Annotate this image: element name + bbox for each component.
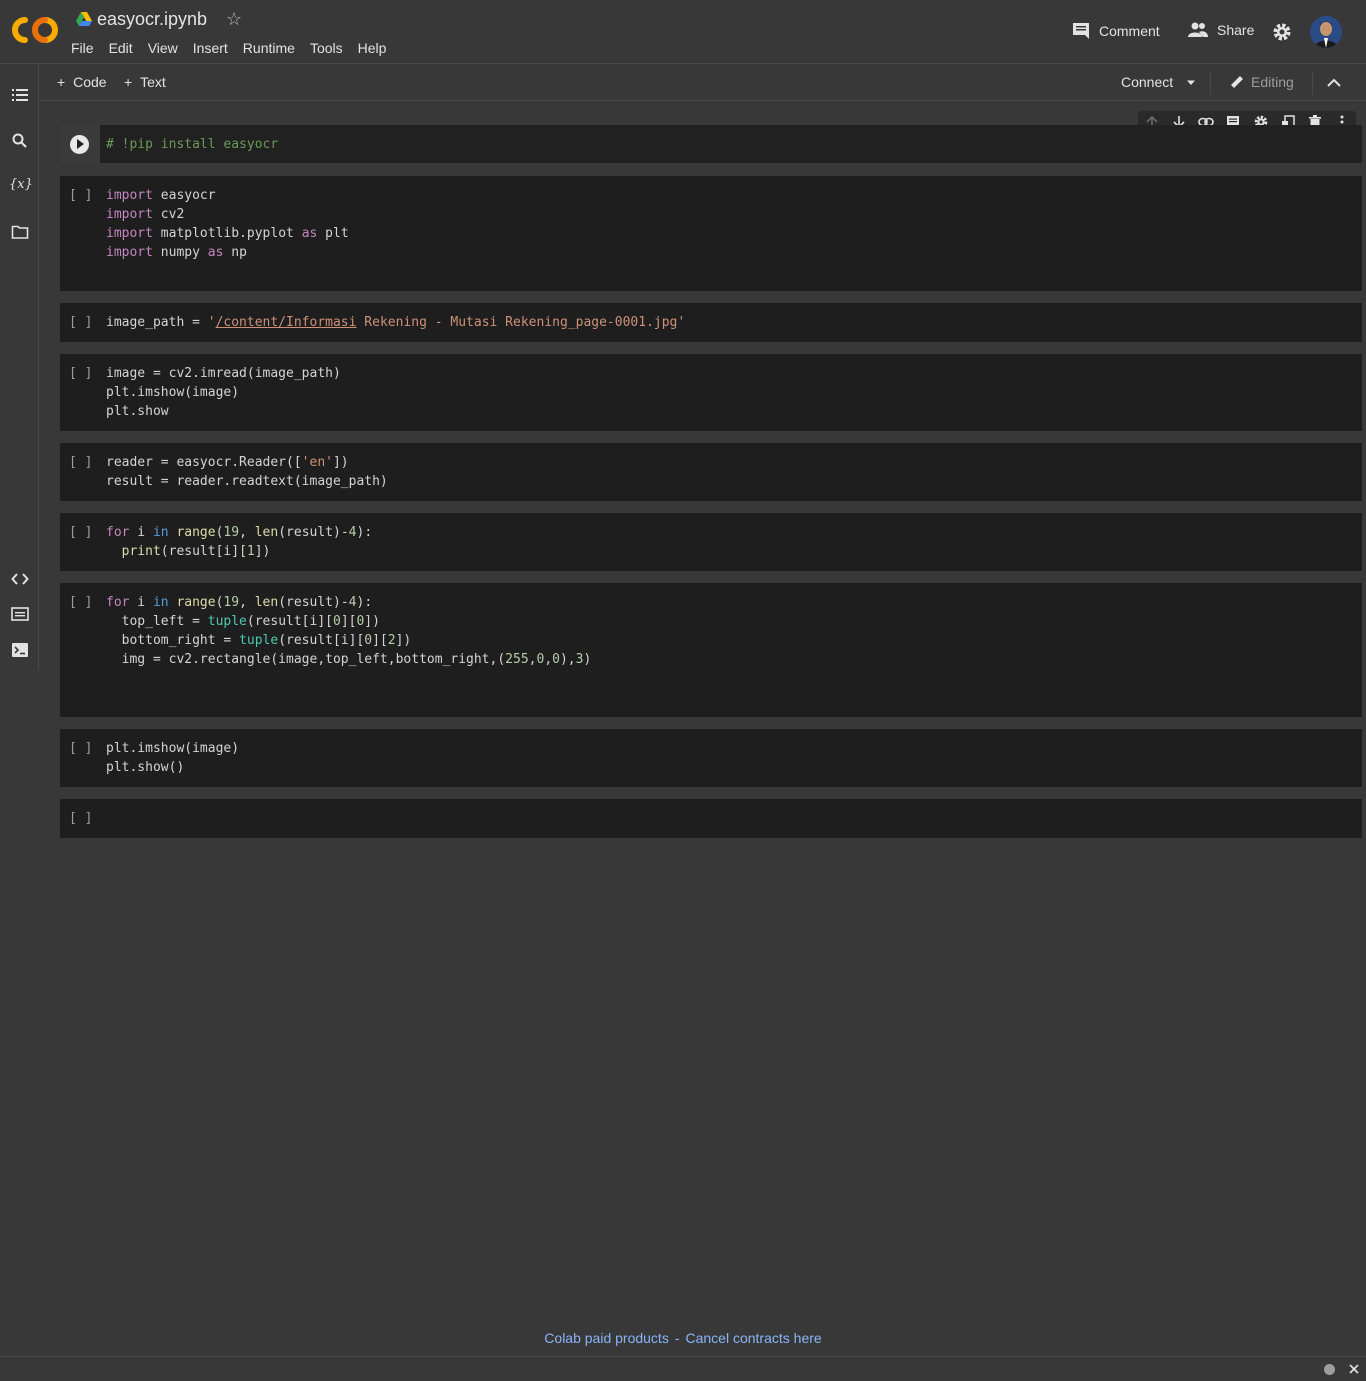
pencil-icon: [1231, 76, 1243, 88]
app-header: easyocr.ipynb ☆ File Edit View Insert Ru…: [0, 0, 1366, 64]
editing-mode-button[interactable]: Editing: [1229, 74, 1294, 90]
google-drive-icon: [76, 12, 92, 26]
play-triangle: [77, 139, 84, 149]
keyword-import: import: [106, 207, 153, 222]
code-editor[interactable]: # !pip install easyocr: [106, 135, 278, 154]
left-rail: {x}: [0, 65, 39, 670]
comment-button[interactable]: Comment: [1072, 22, 1160, 40]
cancel-contracts-link[interactable]: Cancel contracts here: [686, 1330, 822, 1346]
keyword-as: as: [207, 245, 224, 260]
connect-label: Connect: [1121, 74, 1174, 90]
comment-label: Comment: [1099, 23, 1160, 39]
menu-bar: File Edit View Insert Runtime Tools Help: [71, 40, 401, 56]
people-icon: [1188, 22, 1208, 37]
code-editor[interactable]: image = cv2.imread(image_path) plt.imsho…: [106, 364, 341, 421]
code-editor[interactable]: reader = easyocr.Reader(['en']) result =…: [106, 453, 388, 491]
menu-insert[interactable]: Insert: [193, 40, 228, 56]
user-photo-icon: [1310, 16, 1342, 48]
chevron-up-icon[interactable]: [1327, 78, 1341, 87]
add-code-button[interactable]: + Code: [57, 74, 107, 90]
command-palette-icon[interactable]: [11, 605, 29, 623]
run-cell-button[interactable]: [60, 125, 100, 163]
code-cell[interactable]: [ ] import easyocr import cv2 import mat…: [60, 176, 1362, 291]
search-icon[interactable]: [11, 132, 29, 150]
comment-icon: [1073, 23, 1089, 39]
variables-icon[interactable]: {x}: [9, 177, 33, 195]
keyword-import: import: [106, 188, 153, 203]
menu-tools[interactable]: Tools: [310, 40, 343, 56]
code-editor[interactable]: import easyocr import cv2 import matplot…: [106, 186, 349, 262]
execution-count[interactable]: [ ]: [69, 188, 92, 203]
code-cell[interactable]: [ ] for i in range(19, len(result)-4): t…: [60, 583, 1362, 717]
avatar[interactable]: [1310, 16, 1342, 48]
paid-products-link[interactable]: Colab paid products: [544, 1330, 669, 1346]
close-icon[interactable]: [1349, 1364, 1359, 1374]
code-cell[interactable]: [ ] for i in range(19, len(result)-4): p…: [60, 513, 1362, 571]
code-cell[interactable]: [ ] reader = easyocr.Reader(['en']) resu…: [60, 443, 1362, 501]
folder-icon[interactable]: [11, 223, 29, 241]
keyword-import: import: [106, 245, 153, 260]
code-cell[interactable]: [ ]: [60, 799, 1362, 838]
status-bar: [0, 1356, 1366, 1381]
code-editor[interactable]: plt.imshow(image) plt.show(): [106, 739, 239, 777]
status-dot-icon: [1324, 1364, 1335, 1375]
code-cell[interactable]: [ ] image = cv2.imread(image_path) plt.i…: [60, 354, 1362, 431]
table-of-contents-icon[interactable]: [11, 86, 29, 104]
execution-count[interactable]: [ ]: [69, 366, 92, 381]
chevron-down-icon[interactable]: [1186, 80, 1196, 86]
code-cell[interactable]: [ ] image_path = '/content/Informasi Rek…: [60, 303, 1362, 342]
colab-logo-icon[interactable]: [12, 14, 58, 46]
plus-icon: +: [124, 74, 133, 90]
code-editor[interactable]: for i in range(19, len(result)-4): print…: [106, 523, 372, 561]
connect-button[interactable]: Connect: [1121, 74, 1173, 90]
keyword-import: import: [106, 226, 153, 241]
add-text-label: Text: [140, 74, 166, 90]
execution-count[interactable]: [ ]: [69, 741, 92, 756]
execution-count[interactable]: [ ]: [69, 455, 92, 470]
execution-count[interactable]: [ ]: [69, 315, 92, 330]
toolbar-divider: [1210, 71, 1211, 95]
menu-edit[interactable]: Edit: [109, 40, 133, 56]
execution-count[interactable]: [ ]: [69, 525, 92, 540]
code-cell[interactable]: # !pip install easyocr: [60, 125, 1362, 163]
code-line: # !pip install easyocr: [106, 137, 279, 152]
code-editor[interactable]: for i in range(19, len(result)-4): top_l…: [106, 593, 591, 669]
share-button[interactable]: Share: [1188, 22, 1254, 38]
menu-view[interactable]: View: [148, 40, 178, 56]
code-editor[interactable]: image_path = '/content/Informasi Rekenin…: [106, 313, 685, 332]
gear-icon[interactable]: [1272, 22, 1292, 42]
add-text-button[interactable]: + Text: [124, 74, 166, 90]
plus-icon: +: [57, 74, 66, 90]
footer-separator: -: [674, 1330, 680, 1346]
code-snippets-icon[interactable]: [11, 570, 29, 588]
share-label: Share: [1217, 22, 1255, 38]
keyword-as: as: [301, 226, 318, 241]
star-icon[interactable]: ☆: [226, 9, 242, 30]
add-code-label: Code: [73, 74, 107, 90]
editing-label: Editing: [1251, 74, 1294, 90]
menu-file[interactable]: File: [71, 40, 94, 56]
menu-help[interactable]: Help: [358, 40, 387, 56]
notebook-toolbar: + Code + Text Connect Editing: [40, 65, 1366, 101]
footer: Colab paid products - Cancel contracts her…: [0, 1330, 1366, 1346]
execution-count[interactable]: [ ]: [69, 811, 92, 826]
menu-runtime[interactable]: Runtime: [243, 40, 295, 56]
toolbar-divider: [1312, 71, 1313, 95]
code-cell[interactable]: [ ] plt.imshow(image) plt.show(): [60, 729, 1362, 787]
execution-count[interactable]: [ ]: [69, 595, 92, 610]
notebook-title[interactable]: easyocr.ipynb: [97, 9, 207, 30]
terminal-icon[interactable]: [11, 641, 29, 659]
